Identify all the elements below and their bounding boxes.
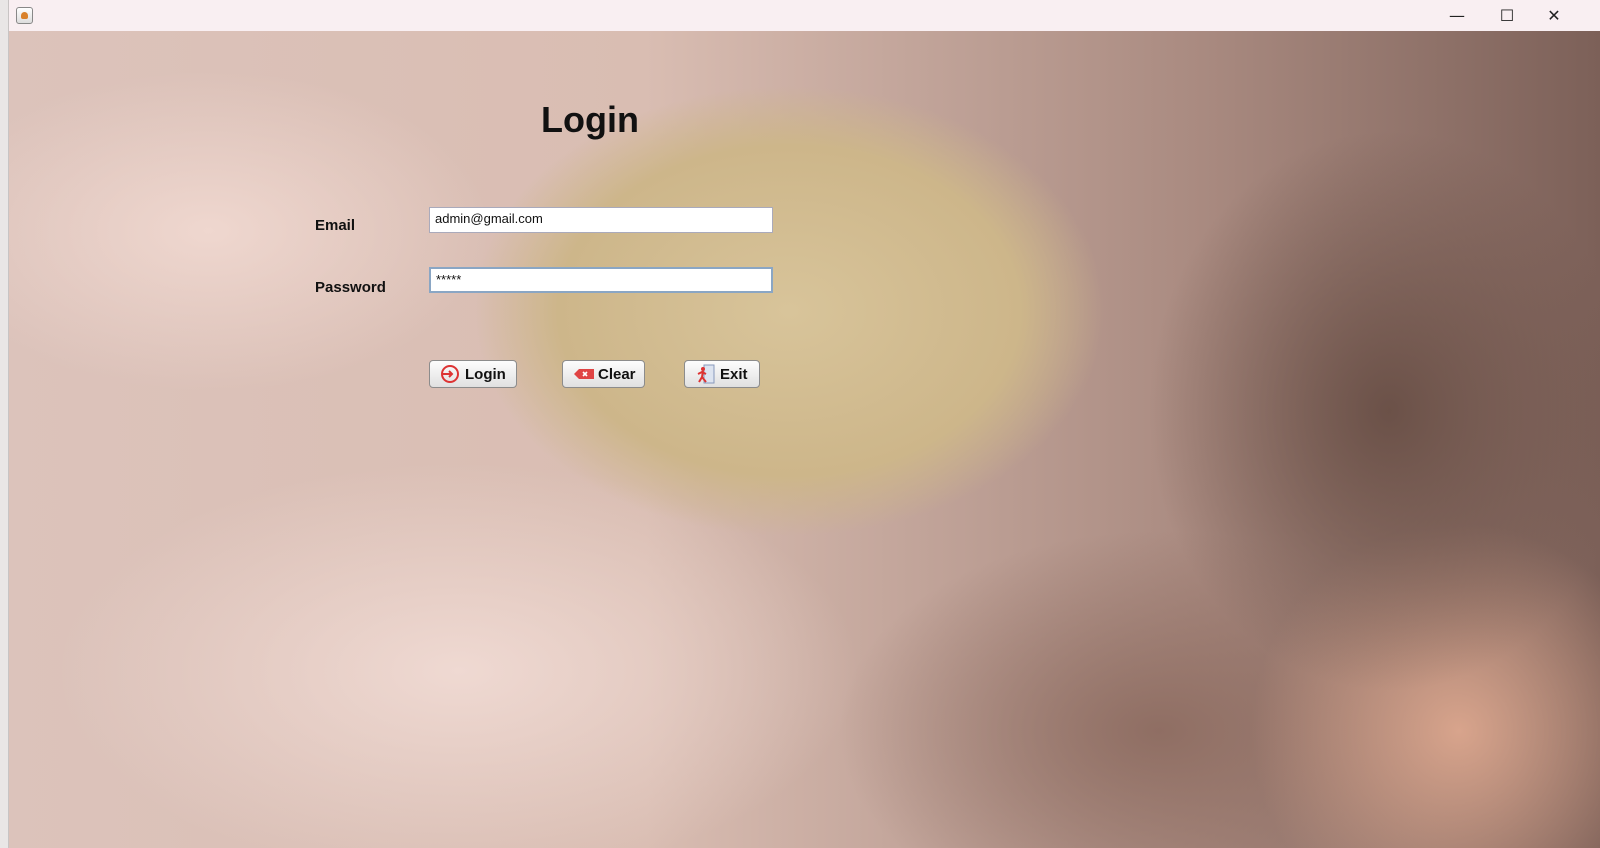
- close-button[interactable]: ✕: [1531, 0, 1577, 31]
- clear-icon: [573, 364, 594, 384]
- login-icon: [440, 364, 460, 384]
- java-app-icon: [16, 7, 33, 24]
- password-label: Password: [315, 279, 386, 296]
- exit-button[interactable]: Exit: [684, 360, 760, 388]
- maximize-button[interactable]: ☐: [1484, 0, 1530, 31]
- clear-button-label: Clear: [598, 365, 636, 383]
- page-title: Login: [541, 99, 639, 140]
- minimize-button[interactable]: —: [1434, 0, 1480, 31]
- title-bar: — ☐ ✕: [9, 0, 1600, 31]
- login-panel-background: Login Email admin@gmail.com Password ***…: [9, 31, 1600, 848]
- exit-button-label: Exit: [720, 365, 748, 383]
- app-window: — ☐ ✕ Login Email admin@gmail.com Passwo…: [8, 0, 1600, 848]
- exit-icon: [695, 364, 715, 384]
- email-label: Email: [315, 217, 356, 234]
- login-button[interactable]: Login: [429, 360, 517, 388]
- password-field[interactable]: *****: [429, 267, 773, 293]
- login-button-label: Login: [465, 365, 506, 383]
- clear-button[interactable]: Clear: [562, 360, 645, 388]
- email-field[interactable]: admin@gmail.com: [429, 207, 773, 233]
